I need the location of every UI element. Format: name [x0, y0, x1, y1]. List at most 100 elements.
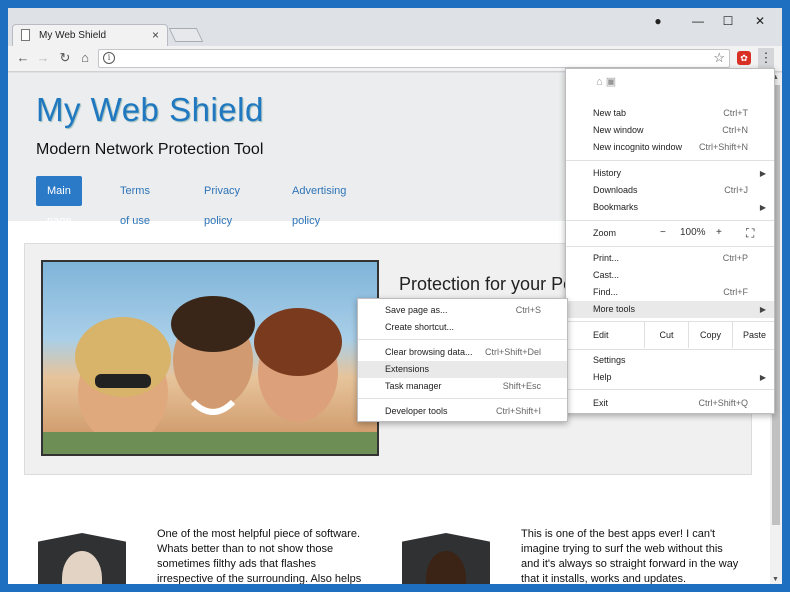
site-subtitle: Modern Network Protection Tool — [36, 141, 264, 158]
menu-history-label: History — [593, 168, 622, 178]
menu-separator — [566, 160, 774, 161]
menu-help[interactable]: Help ▶ — [566, 369, 774, 386]
menu-header-icons: ⌂ ▣ — [596, 76, 617, 88]
menu-incognito-label: New incognito window — [593, 142, 683, 152]
submenu-task-manager-label: Task manager — [385, 381, 442, 391]
title-bar: My Web Shield × ● — ☐ ✕ — [8, 8, 782, 46]
nav-terms-of-use[interactable]: Terms of use — [120, 176, 150, 227]
friends-photo — [41, 260, 379, 456]
menu-separator — [566, 349, 774, 350]
submenu-create-shortcut[interactable]: Create shortcut... — [358, 319, 567, 336]
menu-new-tab[interactable]: New tab Ctrl+T — [566, 105, 774, 122]
browser-tab[interactable]: My Web Shield × — [12, 24, 168, 46]
feature-title: Protection for your Pc — [399, 274, 573, 294]
info-icon[interactable]: i — [103, 52, 115, 64]
zoom-value: 100% — [680, 227, 706, 238]
submenu-extensions-label: Extensions — [385, 364, 430, 374]
menu-zoom-label: Zoom — [593, 228, 617, 238]
menu-bookmarks[interactable]: Bookmarks ▶ — [566, 199, 774, 216]
menu-cast[interactable]: Cast... — [566, 267, 774, 284]
menu-settings-label: Settings — [593, 355, 626, 365]
menu-history[interactable]: History ▶ — [566, 165, 774, 182]
address-bar[interactable]: i ☆ — [98, 49, 730, 68]
submenu-arrow-icon: ▶ — [759, 169, 766, 178]
reload-button[interactable]: ↻ — [56, 50, 74, 66]
submenu-task-manager-shortcut: Shift+Esc — [502, 381, 541, 391]
submenu-developer-tools-label: Developer tools — [385, 406, 448, 416]
menu-exit-label: Exit — [593, 398, 609, 408]
chrome-menu-button[interactable]: ⋮ — [758, 48, 774, 68]
home-button[interactable]: ⌂ — [76, 50, 94, 65]
menu-zoom-row: Zoom − 100% + ⛶ — [566, 221, 774, 245]
copy-button[interactable]: Copy — [688, 322, 732, 348]
zoom-in-button[interactable]: + — [716, 221, 722, 245]
submenu-clear-browsing[interactable]: Clear browsing data... Ctrl+Shift+Del — [358, 344, 567, 361]
reviewer-avatar-left — [62, 551, 102, 584]
page-icon — [21, 29, 30, 41]
menu-print-shortcut: Ctrl+P — [722, 253, 748, 263]
menu-new-window[interactable]: New window Ctrl+N — [566, 122, 774, 139]
review-left: One of the most helpful piece of softwar… — [157, 528, 362, 584]
menu-separator — [566, 389, 774, 390]
site-logo[interactable]: My Web Shield — [36, 91, 264, 129]
menu-help-label: Help — [593, 372, 612, 382]
submenu-task-manager[interactable]: Task manager Shift+Esc — [358, 378, 567, 395]
more-tools-submenu: Save page as... Ctrl+S Create shortcut...… — [357, 298, 568, 422]
cut-button[interactable]: Cut — [644, 322, 688, 348]
people-illustration — [43, 296, 377, 454]
tab-title: My Web Shield — [39, 30, 107, 41]
menu-downloads[interactable]: Downloads Ctrl+J — [566, 182, 774, 199]
menu-settings[interactable]: Settings — [566, 352, 774, 369]
menu-find-label: Find... — [593, 287, 619, 297]
extension-icon[interactable]: ✿ — [737, 51, 751, 65]
submenu-clear-browsing-label: Clear browsing data... — [385, 347, 473, 357]
menu-new-tab-label: New tab — [593, 108, 627, 118]
menu-print[interactable]: Print... Ctrl+P — [566, 250, 774, 267]
nav-privacy-policy[interactable]: Privacy policy — [204, 176, 240, 227]
submenu-clear-browsing-shortcut: Ctrl+Shift+Del — [484, 347, 541, 357]
submenu-save-page-label: Save page as... — [385, 305, 448, 315]
fullscreen-icon[interactable]: ⛶ — [746, 221, 754, 245]
profile-icon[interactable]: ● — [644, 14, 672, 28]
minimize-button[interactable]: — — [684, 14, 712, 28]
paste-button[interactable]: Paste — [732, 322, 776, 348]
submenu-developer-tools[interactable]: Developer tools Ctrl+Shift+I — [358, 403, 567, 420]
close-window-button[interactable]: ✕ — [746, 14, 774, 28]
menu-cast-label: Cast... — [593, 270, 620, 280]
menu-new-window-shortcut: Ctrl+N — [722, 125, 748, 135]
scroll-down-arrow[interactable]: ▼ — [772, 576, 779, 583]
menu-edit-label: Edit — [593, 330, 609, 340]
menu-more-tools[interactable]: More tools ▶ — [566, 301, 774, 318]
submenu-extensions[interactable]: Extensions — [358, 361, 567, 378]
zoom-out-button[interactable]: − — [660, 221, 666, 245]
submenu-save-page[interactable]: Save page as... Ctrl+S — [358, 302, 567, 319]
menu-new-window-label: New window — [593, 125, 644, 135]
menu-downloads-shortcut: Ctrl+J — [724, 185, 748, 195]
submenu-separator — [358, 339, 567, 340]
menu-separator — [566, 246, 774, 247]
menu-bookmarks-label: Bookmarks — [593, 202, 639, 212]
reviewer-shield-left — [38, 533, 126, 584]
submenu-arrow-icon: ▶ — [759, 305, 766, 314]
menu-exit[interactable]: Exit Ctrl+Shift+Q — [566, 395, 774, 412]
menu-exit-shortcut: Ctrl+Shift+Q — [698, 398, 748, 408]
back-button[interactable]: ← — [14, 50, 32, 65]
menu-find[interactable]: Find... Ctrl+F — [566, 284, 774, 301]
menu-print-label: Print... — [593, 253, 620, 263]
bookmark-star-icon[interactable]: ☆ — [713, 50, 725, 66]
nav-advertising-policy[interactable]: Advertising policy — [292, 176, 346, 227]
forward-button[interactable]: → — [34, 50, 52, 65]
menu-incognito[interactable]: New incognito window Ctrl+Shift+N — [566, 139, 774, 156]
new-tab-button[interactable] — [168, 28, 204, 42]
tab-close-icon[interactable]: × — [152, 28, 159, 42]
reviewer-avatar-right — [426, 551, 466, 584]
menu-find-shortcut: Ctrl+F — [723, 287, 748, 297]
submenu-arrow-icon: ▶ — [759, 203, 766, 212]
maximize-button[interactable]: ☐ — [714, 14, 742, 28]
chrome-menu: ⌂ ▣ New tab Ctrl+T New window Ctrl+N New i… — [565, 68, 775, 414]
submenu-create-shortcut-label: Create shortcut... — [385, 322, 455, 332]
nav-main-page[interactable]: Main page — [36, 176, 83, 227]
submenu-separator — [358, 398, 567, 399]
menu-new-tab-shortcut: Ctrl+T — [723, 108, 748, 118]
review-right: This is one of the best apps ever! I can… — [521, 528, 739, 584]
